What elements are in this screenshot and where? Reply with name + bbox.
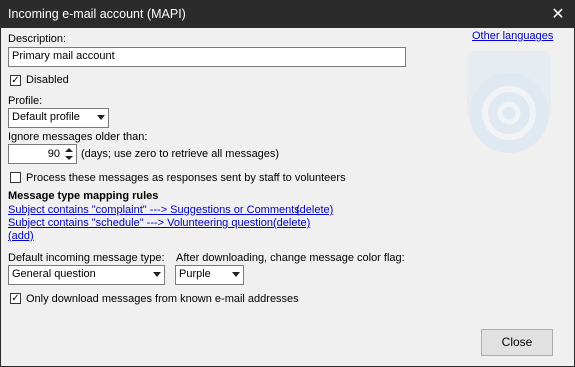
delete-rule-link[interactable]: (delete) xyxy=(296,204,333,216)
close-window-button[interactable]: ✕ xyxy=(542,1,574,28)
known-only-label: Only download messages from known e-mail… xyxy=(26,293,299,305)
ignore-label: Ignore messages older than: xyxy=(8,131,148,143)
profile-label: Profile: xyxy=(8,95,43,107)
other-languages-link[interactable]: Other languages xyxy=(472,30,553,42)
known-only-checkbox[interactable]: ✓ xyxy=(10,293,21,304)
default-type-value: General question xyxy=(12,268,96,280)
add-rule-link[interactable]: (add) xyxy=(8,230,34,242)
dialog-window: Incoming e-mail account (MAPI) ✕ Other l… xyxy=(0,0,575,367)
title-bar: Incoming e-mail account (MAPI) ✕ xyxy=(1,1,574,28)
disabled-label: Disabled xyxy=(26,74,69,86)
close-icon: ✕ xyxy=(551,6,565,23)
color-flag-label: After downloading, change message color … xyxy=(176,252,405,264)
mapping-rule[interactable]: Subject contains "schedule" ---> Volunte… xyxy=(8,217,273,229)
chevron-down-icon xyxy=(153,272,161,277)
delete-rule-link[interactable]: (delete) xyxy=(273,217,310,229)
spin-up-icon[interactable] xyxy=(65,148,73,152)
ignore-days-value: 90 xyxy=(47,148,60,160)
window-title: Incoming e-mail account (MAPI) xyxy=(8,7,186,21)
color-flag-value: Purple xyxy=(179,268,211,280)
ignore-hint: (days; use zero to retrieve all messages… xyxy=(81,148,280,160)
default-type-label: Default incoming message type: xyxy=(8,252,165,264)
description-value: Primary mail account xyxy=(12,50,115,62)
checkmark-icon: ✓ xyxy=(11,75,20,86)
email-at-icon xyxy=(467,51,551,153)
description-label: Description: xyxy=(8,33,67,45)
checkmark-icon: ✓ xyxy=(11,293,20,304)
default-type-select[interactable]: General question xyxy=(8,265,165,285)
process-checkbox[interactable] xyxy=(10,172,21,183)
close-button-label: Close xyxy=(501,335,533,349)
disabled-checkbox[interactable]: ✓ xyxy=(10,75,21,86)
close-button[interactable]: Close xyxy=(481,329,553,356)
profile-select[interactable]: Default profile xyxy=(8,108,109,128)
mapping-rule[interactable]: Subject contains "complaint" ---> Sugges… xyxy=(8,204,300,216)
stepper-buttons xyxy=(63,146,75,162)
chevron-down-icon xyxy=(232,272,240,277)
profile-value: Default profile xyxy=(12,111,80,123)
color-flag-select[interactable]: Purple xyxy=(175,265,244,285)
mapping-heading: Message type mapping rules xyxy=(8,190,159,202)
chevron-down-icon xyxy=(97,115,105,120)
process-label: Process these messages as responses sent… xyxy=(26,172,346,184)
description-field[interactable]: Primary mail account xyxy=(8,47,406,67)
ignore-days-stepper[interactable]: 90 xyxy=(8,144,77,164)
spin-down-icon[interactable] xyxy=(65,156,73,160)
